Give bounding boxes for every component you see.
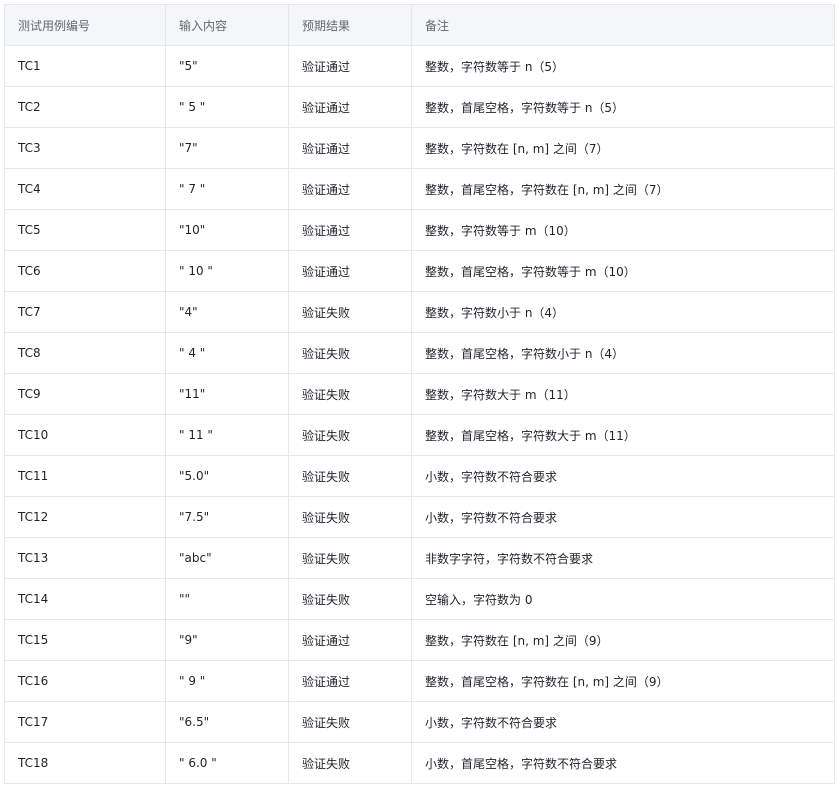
cell-input: "11" bbox=[165, 373, 289, 415]
cell-test-case-id: TC18 bbox=[4, 742, 166, 784]
cell-expected-result: 验证失败 bbox=[288, 455, 412, 497]
table-row: TC14 "" 验证失败 空输入，字符数为 0 bbox=[4, 578, 835, 620]
cell-notes: 整数，首尾空格，字符数在 [n, m] 之间（9） bbox=[411, 660, 835, 702]
table-row: TC17 "6.5" 验证失败 小数，字符数不符合要求 bbox=[4, 701, 835, 743]
cell-input: " 10 " bbox=[165, 250, 289, 292]
cell-input: "" bbox=[165, 578, 289, 620]
cell-expected-result: 验证通过 bbox=[288, 619, 412, 661]
cell-input: "7.5" bbox=[165, 496, 289, 538]
cell-notes: 小数，字符数不符合要求 bbox=[411, 455, 835, 497]
cell-test-case-id: TC17 bbox=[4, 701, 166, 743]
cell-expected-result: 验证失败 bbox=[288, 701, 412, 743]
header-test-case-id: 测试用例编号 bbox=[4, 4, 166, 46]
cell-notes: 小数，首尾空格，字符数不符合要求 bbox=[411, 742, 835, 784]
cell-input: " 9 " bbox=[165, 660, 289, 702]
header-notes: 备注 bbox=[411, 4, 835, 46]
cell-notes: 非数字字符，字符数不符合要求 bbox=[411, 537, 835, 579]
cell-expected-result: 验证通过 bbox=[288, 168, 412, 210]
cell-input: " 5 " bbox=[165, 86, 289, 128]
cell-test-case-id: TC1 bbox=[4, 45, 166, 87]
cell-expected-result: 验证失败 bbox=[288, 373, 412, 415]
cell-input: " 4 " bbox=[165, 332, 289, 374]
cell-expected-result: 验证失败 bbox=[288, 414, 412, 456]
table-row: TC6 " 10 " 验证通过 整数，首尾空格，字符数等于 m（10） bbox=[4, 250, 835, 292]
table-row: TC8 " 4 " 验证失败 整数，首尾空格，字符数小于 n（4） bbox=[4, 332, 835, 374]
cell-input: "5" bbox=[165, 45, 289, 87]
cell-test-case-id: TC14 bbox=[4, 578, 166, 620]
cell-expected-result: 验证失败 bbox=[288, 537, 412, 579]
cell-notes: 整数，首尾空格，字符数小于 n（4） bbox=[411, 332, 835, 374]
cell-notes: 小数，字符数不符合要求 bbox=[411, 496, 835, 538]
header-row: 测试用例编号 输入内容 预期结果 备注 bbox=[4, 4, 835, 46]
table-row: TC16 " 9 " 验证通过 整数，首尾空格，字符数在 [n, m] 之间（9… bbox=[4, 660, 835, 702]
table-row: TC10 " 11 " 验证失败 整数，首尾空格，字符数大于 m（11） bbox=[4, 414, 835, 456]
table-row: TC5 "10" 验证通过 整数，字符数等于 m（10） bbox=[4, 209, 835, 251]
cell-test-case-id: TC7 bbox=[4, 291, 166, 333]
table-row: TC15 "9" 验证通过 整数，字符数在 [n, m] 之间（9） bbox=[4, 619, 835, 661]
test-case-table: 测试用例编号 输入内容 预期结果 备注 TC1 "5" 验证通过 整数，字符数等… bbox=[4, 4, 835, 784]
cell-notes: 整数，首尾空格，字符数大于 m（11） bbox=[411, 414, 835, 456]
cell-test-case-id: TC3 bbox=[4, 127, 166, 169]
cell-input: "9" bbox=[165, 619, 289, 661]
header-expected-result: 预期结果 bbox=[288, 4, 412, 46]
table-header: 测试用例编号 输入内容 预期结果 备注 bbox=[4, 4, 835, 46]
cell-notes: 小数，字符数不符合要求 bbox=[411, 701, 835, 743]
cell-input: "5.0" bbox=[165, 455, 289, 497]
cell-input: "7" bbox=[165, 127, 289, 169]
cell-expected-result: 验证通过 bbox=[288, 127, 412, 169]
cell-test-case-id: TC11 bbox=[4, 455, 166, 497]
table-row: TC4 " 7 " 验证通过 整数，首尾空格，字符数在 [n, m] 之间（7） bbox=[4, 168, 835, 210]
table-row: TC12 "7.5" 验证失败 小数，字符数不符合要求 bbox=[4, 496, 835, 538]
cell-test-case-id: TC16 bbox=[4, 660, 166, 702]
cell-expected-result: 验证失败 bbox=[288, 742, 412, 784]
cell-input: "4" bbox=[165, 291, 289, 333]
table-row: TC11 "5.0" 验证失败 小数，字符数不符合要求 bbox=[4, 455, 835, 497]
cell-test-case-id: TC2 bbox=[4, 86, 166, 128]
cell-notes: 整数，字符数在 [n, m] 之间（7） bbox=[411, 127, 835, 169]
test-case-table-container: 测试用例编号 输入内容 预期结果 备注 TC1 "5" 验证通过 整数，字符数等… bbox=[4, 4, 835, 784]
table-row: TC1 "5" 验证通过 整数，字符数等于 n（5） bbox=[4, 45, 835, 87]
cell-expected-result: 验证失败 bbox=[288, 291, 412, 333]
cell-notes: 空输入，字符数为 0 bbox=[411, 578, 835, 620]
cell-notes: 整数，字符数小于 n（4） bbox=[411, 291, 835, 333]
cell-notes: 整数，首尾空格，字符数等于 m（10） bbox=[411, 250, 835, 292]
cell-notes: 整数，字符数在 [n, m] 之间（9） bbox=[411, 619, 835, 661]
header-input: 输入内容 bbox=[165, 4, 289, 46]
cell-test-case-id: TC6 bbox=[4, 250, 166, 292]
cell-test-case-id: TC10 bbox=[4, 414, 166, 456]
cell-test-case-id: TC9 bbox=[4, 373, 166, 415]
cell-notes: 整数，字符数等于 m（10） bbox=[411, 209, 835, 251]
table-row: TC9 "11" 验证失败 整数，字符数大于 m（11） bbox=[4, 373, 835, 415]
cell-input: " 6.0 " bbox=[165, 742, 289, 784]
cell-input: "abc" bbox=[165, 537, 289, 579]
cell-expected-result: 验证通过 bbox=[288, 45, 412, 87]
cell-test-case-id: TC15 bbox=[4, 619, 166, 661]
cell-notes: 整数，首尾空格，字符数等于 n（5） bbox=[411, 86, 835, 128]
table-row: TC2 " 5 " 验证通过 整数，首尾空格，字符数等于 n（5） bbox=[4, 86, 835, 128]
table-row: TC7 "4" 验证失败 整数，字符数小于 n（4） bbox=[4, 291, 835, 333]
cell-input: "10" bbox=[165, 209, 289, 251]
cell-test-case-id: TC5 bbox=[4, 209, 166, 251]
cell-expected-result: 验证失败 bbox=[288, 496, 412, 538]
cell-expected-result: 验证通过 bbox=[288, 660, 412, 702]
cell-expected-result: 验证失败 bbox=[288, 332, 412, 374]
cell-expected-result: 验证失败 bbox=[288, 578, 412, 620]
cell-notes: 整数，字符数大于 m（11） bbox=[411, 373, 835, 415]
cell-notes: 整数，首尾空格，字符数在 [n, m] 之间（7） bbox=[411, 168, 835, 210]
cell-expected-result: 验证通过 bbox=[288, 86, 412, 128]
table-body: TC1 "5" 验证通过 整数，字符数等于 n（5） TC2 " 5 " 验证通… bbox=[4, 45, 835, 784]
cell-expected-result: 验证通过 bbox=[288, 209, 412, 251]
cell-input: " 11 " bbox=[165, 414, 289, 456]
cell-input: " 7 " bbox=[165, 168, 289, 210]
table-row: TC3 "7" 验证通过 整数，字符数在 [n, m] 之间（7） bbox=[4, 127, 835, 169]
cell-test-case-id: TC12 bbox=[4, 496, 166, 538]
cell-input: "6.5" bbox=[165, 701, 289, 743]
cell-notes: 整数，字符数等于 n（5） bbox=[411, 45, 835, 87]
cell-test-case-id: TC13 bbox=[4, 537, 166, 579]
cell-test-case-id: TC4 bbox=[4, 168, 166, 210]
cell-expected-result: 验证通过 bbox=[288, 250, 412, 292]
cell-test-case-id: TC8 bbox=[4, 332, 166, 374]
table-row: TC13 "abc" 验证失败 非数字字符，字符数不符合要求 bbox=[4, 537, 835, 579]
table-row: TC18 " 6.0 " 验证失败 小数，首尾空格，字符数不符合要求 bbox=[4, 742, 835, 784]
